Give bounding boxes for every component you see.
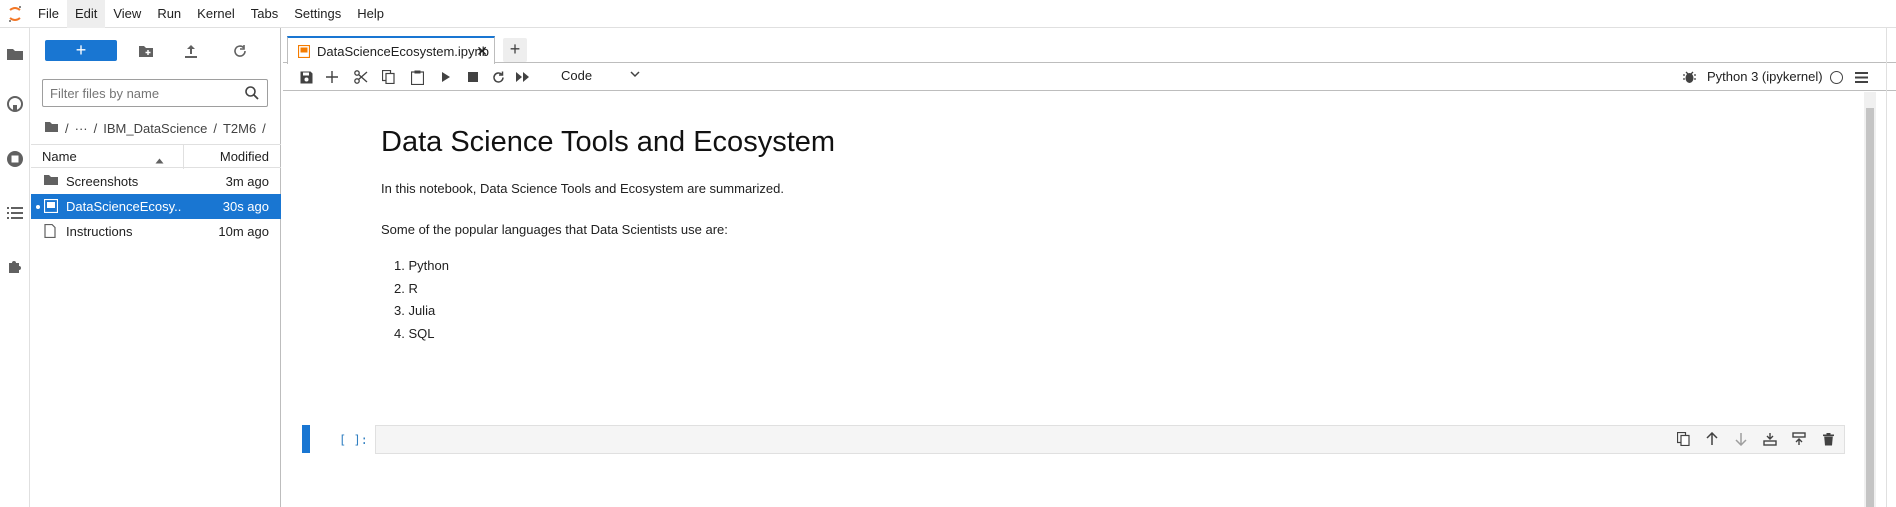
breadcrumb-t2m6[interactable]: T2M6 bbox=[223, 121, 256, 136]
file-modified: 10m ago bbox=[218, 224, 269, 239]
running-indicator bbox=[36, 205, 40, 209]
extension-icon[interactable] bbox=[0, 251, 30, 281]
menu-view[interactable]: View bbox=[105, 0, 149, 28]
tab-bar: DataScienceEcosystem.ipynb ✕ + bbox=[283, 32, 1896, 64]
list-item: 3. Julia bbox=[394, 303, 436, 318]
file-icon bbox=[44, 223, 60, 239]
menu-kernel[interactable]: Kernel bbox=[189, 0, 243, 28]
notebook-content: Data Science Tools and Ecosystem In this… bbox=[283, 92, 1883, 507]
move-up-icon[interactable] bbox=[1703, 430, 1721, 448]
close-icon[interactable]: ✕ bbox=[476, 43, 488, 60]
list-item: 2. R bbox=[394, 280, 418, 296]
markdown-intro: In this notebook, Data Science Tools and… bbox=[381, 181, 784, 196]
file-row[interactable]: Instructions 10m ago bbox=[31, 219, 281, 244]
markdown-languages-intro: Some of the popular languages that Data … bbox=[381, 222, 728, 237]
active-cell-marker[interactable] bbox=[302, 425, 310, 453]
list-item: 4. SQL bbox=[394, 325, 435, 341]
file-name: DataScienceEcosy... bbox=[66, 199, 181, 214]
sort-ascending-icon[interactable] bbox=[155, 152, 164, 167]
upload-icon[interactable] bbox=[182, 42, 200, 60]
chevron-down-icon[interactable] bbox=[629, 68, 641, 83]
menu-help[interactable]: Help bbox=[349, 0, 392, 28]
file-browser: + / ··· / IBM_DataScience / T2M6 / Name bbox=[31, 28, 281, 507]
refresh-icon[interactable] bbox=[231, 42, 249, 60]
column-name-header[interactable]: Name bbox=[42, 149, 77, 164]
breadcrumb: / ··· / IBM_DataScience / T2M6 / bbox=[44, 118, 266, 138]
running-icon[interactable] bbox=[0, 144, 30, 174]
restart-icon[interactable] bbox=[489, 68, 507, 86]
tab-label: DataScienceEcosystem.ipynb bbox=[317, 44, 489, 59]
vertical-scrollbar[interactable] bbox=[1864, 92, 1876, 507]
notebook-icon bbox=[297, 44, 311, 61]
file-name: Instructions bbox=[66, 224, 133, 239]
menubar: File Edit View Run Kernel Tabs Settings … bbox=[0, 0, 1896, 28]
delete-cell-icon[interactable] bbox=[1819, 430, 1837, 448]
breadcrumb-home-folder-icon[interactable] bbox=[44, 121, 59, 136]
move-down-icon[interactable] bbox=[1732, 430, 1750, 448]
fast-forward-icon[interactable] bbox=[514, 68, 532, 86]
main-area: DataScienceEcosystem.ipynb ✕ + Code Pyth… bbox=[283, 28, 1896, 507]
insert-cell-icon[interactable] bbox=[323, 68, 341, 86]
filter-files-input[interactable] bbox=[50, 85, 240, 101]
menu-settings[interactable]: Settings bbox=[286, 0, 349, 28]
duplicate-cell-icon[interactable] bbox=[1674, 430, 1692, 448]
save-icon[interactable] bbox=[297, 68, 315, 86]
file-filter bbox=[42, 79, 268, 107]
menu-tabs[interactable]: Tabs bbox=[243, 0, 286, 28]
file-row-selected[interactable]: DataScienceEcosy... 30s ago bbox=[31, 194, 281, 219]
insert-above-icon[interactable] bbox=[1761, 430, 1779, 448]
paste-icon[interactable] bbox=[408, 68, 426, 86]
file-modified: 30s ago bbox=[222, 199, 269, 214]
debugger-icon[interactable] bbox=[1680, 68, 1698, 86]
column-modified-header[interactable]: Modified bbox=[220, 149, 269, 164]
cell-type-select[interactable]: Code bbox=[561, 68, 592, 83]
menu-icon[interactable] bbox=[1852, 68, 1870, 86]
folder-icon[interactable] bbox=[0, 39, 30, 69]
kernel-status-icon bbox=[1830, 71, 1843, 84]
menu-file[interactable]: File bbox=[30, 0, 67, 28]
github-icon[interactable] bbox=[0, 89, 30, 119]
breadcrumb-sep: / bbox=[65, 120, 69, 136]
notebook-toolbar: Code Python 3 (ipykernel) bbox=[283, 63, 1896, 91]
kernel-name[interactable]: Python 3 (ipykernel) bbox=[1707, 69, 1823, 84]
list-item: 1. Python bbox=[394, 258, 449, 273]
jupyter-logo-icon[interactable] bbox=[0, 0, 30, 28]
menu-run[interactable]: Run bbox=[149, 0, 189, 28]
markdown-heading: Data Science Tools and Ecosystem bbox=[381, 126, 836, 158]
cut-icon[interactable] bbox=[352, 68, 370, 86]
copy-icon[interactable] bbox=[379, 68, 397, 86]
file-name: Screenshots bbox=[66, 174, 139, 189]
languages-list: 1. Python 2. R 3. Julia 4. SQL bbox=[394, 255, 449, 345]
folder-icon bbox=[44, 174, 60, 188]
add-tab-button[interactable]: + bbox=[503, 38, 527, 62]
file-row[interactable]: Screenshots 3m ago bbox=[31, 169, 281, 194]
breadcrumb-sep: / bbox=[93, 120, 98, 136]
notebook-icon bbox=[43, 198, 60, 214]
scrollbar-thumb[interactable] bbox=[1866, 108, 1874, 507]
breadcrumb-sep: / bbox=[213, 120, 217, 136]
cell-prompt: [ ]: bbox=[339, 433, 368, 447]
new-folder-icon[interactable] bbox=[137, 42, 155, 60]
listing-header: Name Modified bbox=[31, 144, 281, 169]
code-cell-input[interactable] bbox=[375, 425, 1845, 454]
new-launcher-button[interactable]: + bbox=[45, 40, 117, 61]
stop-icon[interactable] bbox=[464, 68, 482, 86]
run-icon[interactable] bbox=[437, 68, 455, 86]
activity-bar bbox=[0, 28, 30, 507]
right-sidebar-edge bbox=[1886, 28, 1896, 507]
breadcrumb-ellipsis[interactable]: ··· bbox=[75, 121, 88, 136]
file-browser-toolbar: + bbox=[31, 28, 281, 72]
column-divider bbox=[183, 145, 184, 169]
insert-below-icon[interactable] bbox=[1790, 430, 1808, 448]
toc-icon[interactable] bbox=[0, 198, 30, 228]
tab-notebook[interactable]: DataScienceEcosystem.ipynb ✕ bbox=[287, 36, 495, 64]
breadcrumb-sep: / bbox=[262, 120, 266, 136]
breadcrumb-ibm-datascience[interactable]: IBM_DataScience bbox=[103, 121, 207, 136]
file-modified: 3m ago bbox=[225, 174, 269, 189]
search-icon bbox=[245, 86, 259, 103]
menu-edit[interactable]: Edit bbox=[66, 0, 106, 28]
